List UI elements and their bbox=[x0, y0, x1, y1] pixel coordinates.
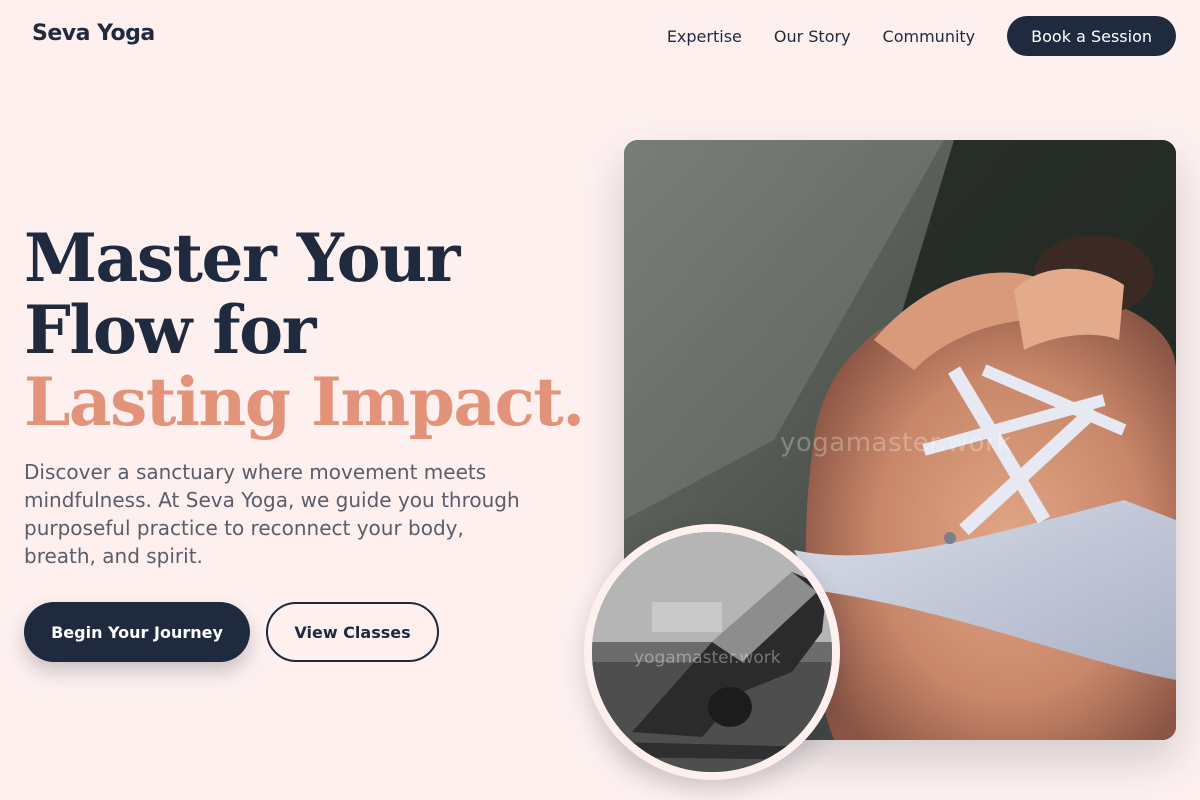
headline-main: Master Your Flow for bbox=[24, 219, 460, 369]
book-session-button[interactable]: Book a Session bbox=[1007, 16, 1176, 56]
nav-link-expertise[interactable]: Expertise bbox=[667, 27, 742, 46]
main-nav: Expertise Our Story Community Book a Ses… bbox=[667, 16, 1176, 56]
photo-watermark: yogamaster.work bbox=[780, 428, 1012, 458]
downward-dog-photo: yogamaster.work bbox=[592, 532, 832, 772]
secondary-photo-frame: yogamaster.work bbox=[584, 524, 840, 780]
nav-link-community[interactable]: Community bbox=[883, 27, 976, 46]
begin-journey-button[interactable]: Begin Your Journey bbox=[24, 602, 250, 662]
nav-link-our-story[interactable]: Our Story bbox=[774, 27, 851, 46]
headline-accent: Lasting Impact. bbox=[24, 363, 585, 441]
view-classes-button[interactable]: View Classes bbox=[266, 602, 439, 662]
hero-description: Discover a sanctuary where movement meet… bbox=[24, 460, 520, 568]
hero-headline: Master Your Flow for Lasting Impact. bbox=[24, 219, 585, 441]
circle-photo-watermark: yogamaster.work bbox=[634, 648, 781, 668]
brand-logo[interactable]: Seva Yoga bbox=[32, 21, 155, 46]
